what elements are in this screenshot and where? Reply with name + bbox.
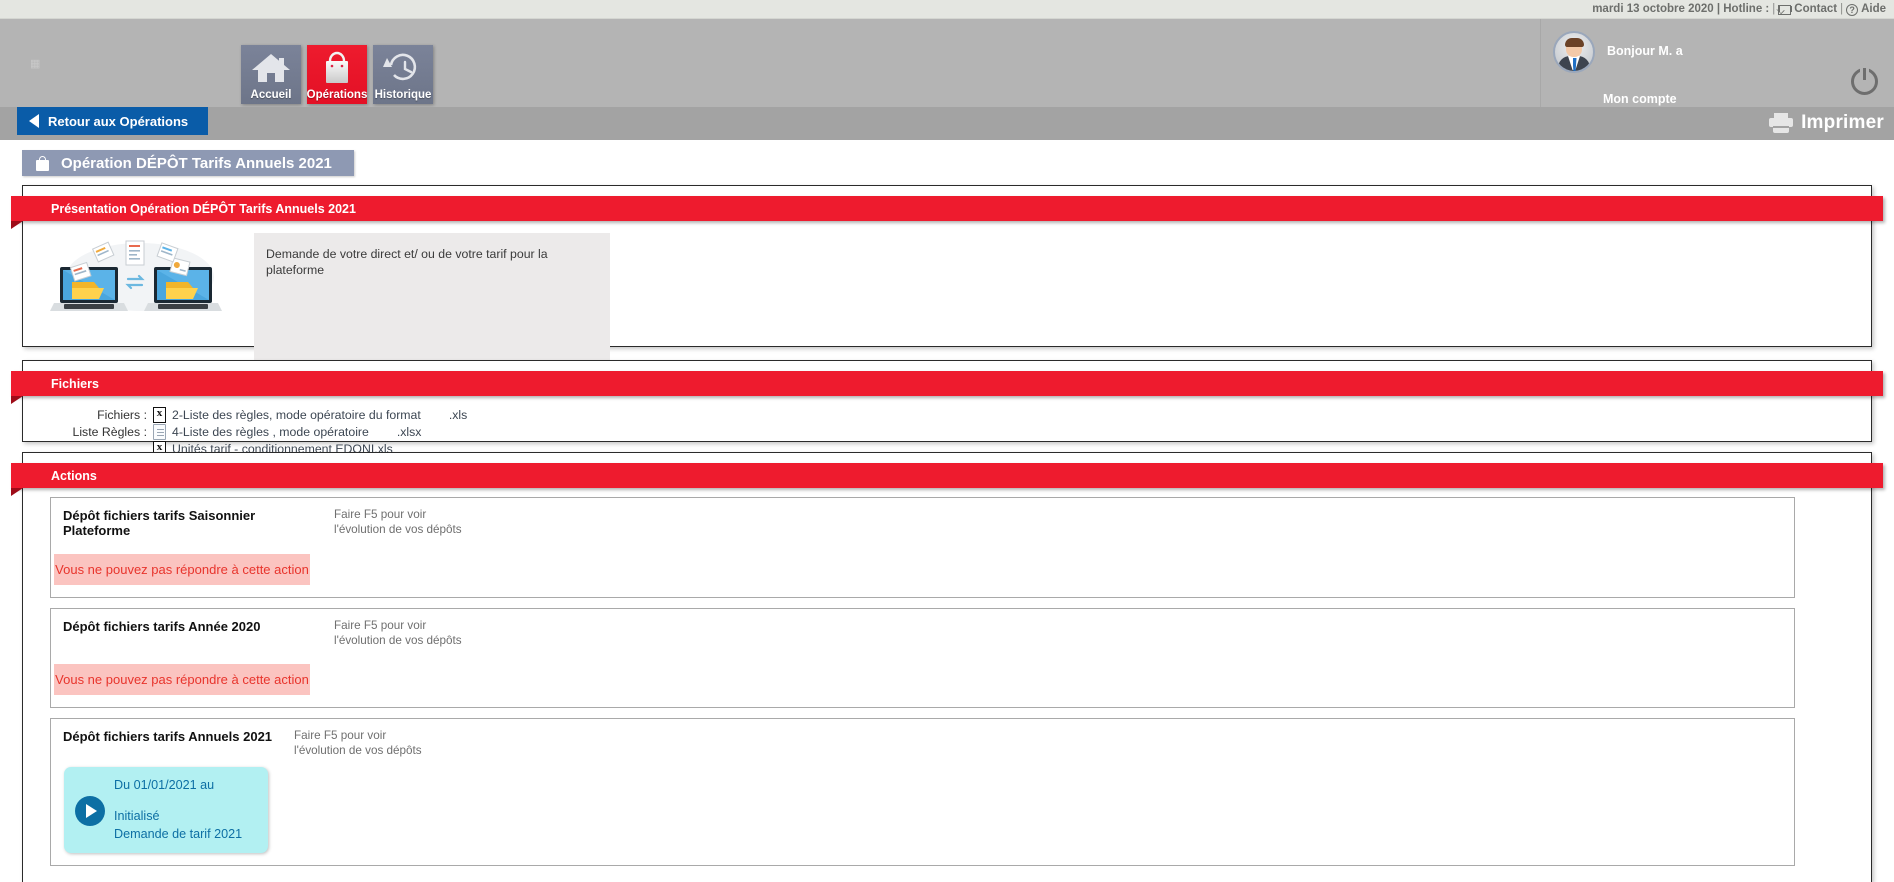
print-label: Imprimer <box>1801 112 1884 133</box>
file-row: Liste Règles : 4-Liste des règles , mode… <box>23 424 1871 440</box>
status-period: Du 01/01/2021 au <box>114 777 215 792</box>
presentation-ribbon: Présentation Opération DÉPÔT Tarifs Annu… <box>11 196 1883 229</box>
action-card: Dépôt fichiers tarifs Annuels 2021 Faire… <box>50 718 1795 867</box>
back-to-operations-label: Retour aux Opérations <box>48 113 189 129</box>
site-header: ▦ Accueil Opérations Historique Bonjour … <box>0 19 1894 107</box>
site-logo: ▦ <box>30 58 41 70</box>
action-hint-line1: Faire F5 pour voir <box>294 729 387 743</box>
nav-tile-accueil[interactable]: Accueil <box>241 45 301 104</box>
action-hint-line1: Faire F5 pour voir <box>334 508 427 521</box>
status-detail: Demande de tarif 2021 <box>114 827 243 841</box>
nav-tile-historique-label: Historique <box>374 89 432 101</box>
date-hotline-text: mardi 13 octobre 2020 | Hotline : <box>1592 3 1770 15</box>
excel-file-icon <box>153 407 166 423</box>
nav-tile-operations-label: Opérations <box>306 89 368 101</box>
shopping-bag-icon <box>36 155 49 171</box>
file-name-link[interactable]: 4-Liste des règles , mode opératoire <box>172 425 369 439</box>
page-title: Opération DÉPÔT Tarifs Annuels 2021 <box>22 150 354 176</box>
question-circle-icon: ? <box>1846 4 1859 16</box>
printer-icon <box>1769 113 1794 133</box>
action-hint: Faire F5 pour voir l'évolution de vos dé… <box>334 508 462 537</box>
mail-icon <box>1778 4 1792 15</box>
page-content: Opération DÉPÔT Tarifs Annuels 2021 Prés… <box>0 140 1894 882</box>
play-circle-icon[interactable] <box>75 795 105 826</box>
user-avatar[interactable] <box>1553 31 1595 73</box>
action-strip: Retour aux Opérations Imprimer <box>0 107 1894 140</box>
files-ribbon: Fichiers <box>11 371 1883 404</box>
action-status-box[interactable]: Du 01/01/2021 au Initialisé Demande de t… <box>64 766 268 854</box>
file-row: Fichiers : 2-Liste des règles, mode opér… <box>23 407 1871 423</box>
shopping-bag-icon <box>307 51 367 85</box>
action-hint-line2: l'évolution de vos dépôts <box>334 522 462 536</box>
file-row-label: Fichiers : <box>97 408 147 422</box>
action-card: Dépôt fichiers tarifs Saisonnier Platefo… <box>50 497 1795 598</box>
action-hint: Faire F5 pour voir l'évolution de vos dé… <box>294 729 422 758</box>
presentation-panel: Présentation Opération DÉPÔT Tarifs Annu… <box>11 185 1883 383</box>
file-extension: .xlsx <box>396 425 422 439</box>
action-hint-line2: l'évolution de vos dépôts <box>334 633 462 647</box>
action-title: Dépôt fichiers tarifs Saisonnier Platefo… <box>63 508 256 538</box>
print-button[interactable]: Imprimer <box>1769 108 1884 138</box>
home-icon <box>241 51 301 85</box>
power-icon[interactable] <box>1851 68 1878 95</box>
action-title: Dépôt fichiers tarifs Annuels 2021 <box>63 729 273 745</box>
topbar-separator-2: | <box>1840 3 1844 15</box>
action-hint-line2: l'évolution de vos dépôts <box>294 743 422 757</box>
document-file-icon <box>153 424 166 440</box>
top-utility-bar: mardi 13 octobre 2020 | Hotline : | Cont… <box>0 0 1894 19</box>
action-card: Dépôt fichiers tarifs Année 2020 Faire F… <box>50 608 1795 709</box>
action-deny-message: Vous ne pouvez pas répondre à cette acti… <box>54 554 310 585</box>
back-to-operations-button[interactable]: Retour aux Opérations <box>17 107 209 135</box>
presentation-ribbon-label: Présentation Opération DÉPÔT Tarifs Annu… <box>51 201 356 216</box>
file-name-link[interactable]: 2-Liste des règles, mode opératoire du f… <box>172 408 421 422</box>
file-row-label: Liste Règles : <box>72 425 147 439</box>
account-area: Bonjour M. a Mon compte <box>1540 19 1894 107</box>
arrow-left-icon <box>29 114 39 128</box>
files-panel: Fichiers Fichiers : 2-Liste des règles, … <box>11 360 1883 457</box>
nav-tile-accueil-label: Accueil <box>250 89 292 101</box>
my-account-link[interactable]: Mon compte <box>1603 92 1677 106</box>
greeting-text: Bonjour M. a <box>1607 44 1683 58</box>
page-title-text: Opération DÉPÔT Tarifs Annuels 2021 <box>61 154 332 172</box>
contact-link[interactable]: Contact <box>1794 3 1837 15</box>
actions-ribbon-label: Actions <box>51 468 97 483</box>
action-deny-message: Vous ne pouvez pas répondre à cette acti… <box>54 664 310 696</box>
file-extension: .xls <box>448 408 468 422</box>
action-hint-line1: Faire F5 pour voir <box>334 619 427 632</box>
file-exchange-laptops-illustration <box>50 233 230 328</box>
status-state: Initialisé <box>114 808 160 823</box>
clock-history-icon <box>373 51 433 85</box>
action-hint: Faire F5 pour voir l'évolution de vos dé… <box>334 619 462 648</box>
actions-panel: Actions Dépôt fichiers tarifs Saisonnier… <box>11 452 1883 882</box>
actions-ribbon: Actions <box>11 463 1883 496</box>
nav-tile-historique[interactable]: Historique <box>373 45 433 104</box>
help-link[interactable]: Aide <box>1861 3 1886 15</box>
nav-tile-operations[interactable]: Opérations <box>307 45 367 104</box>
main-navigation: Accueil Opérations Historique <box>241 45 433 104</box>
files-ribbon-label: Fichiers <box>51 376 99 391</box>
action-title: Dépôt fichiers tarifs Année 2020 <box>63 619 261 634</box>
